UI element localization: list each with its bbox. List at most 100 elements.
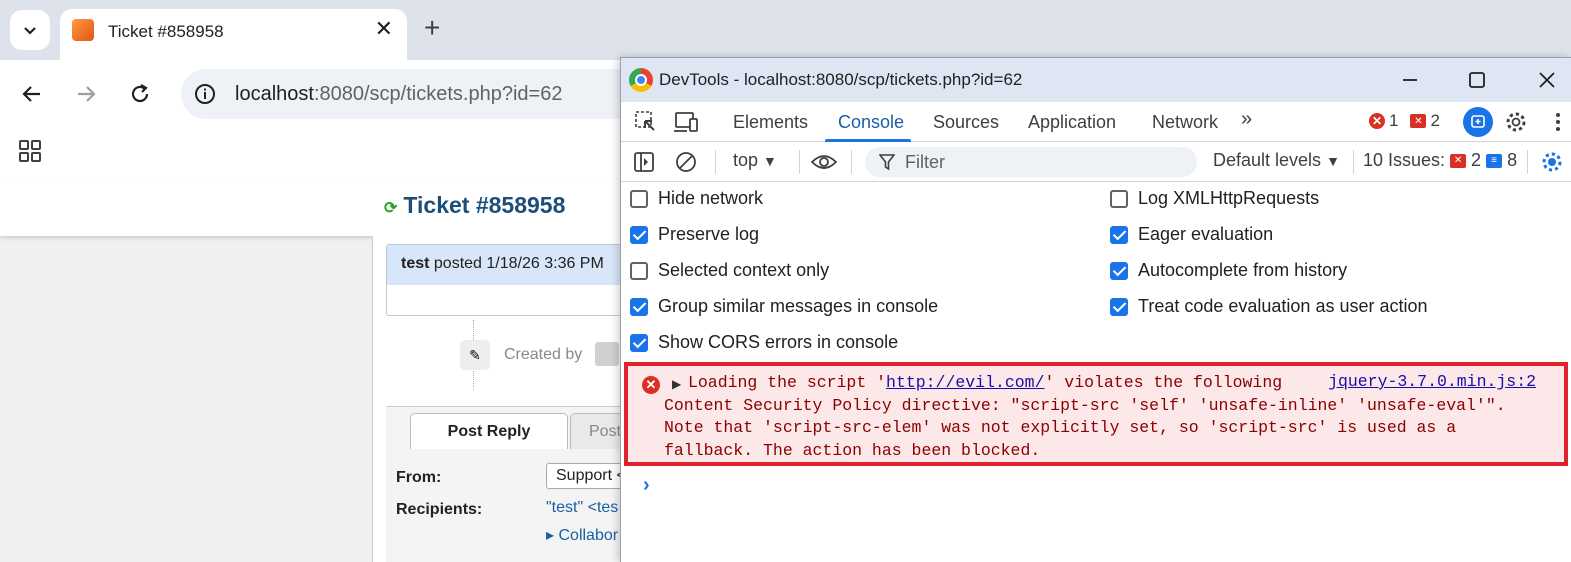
tab-title: Ticket #858958 [108,22,224,41]
caret-right-icon: ▸ [546,527,559,544]
context-value: top [733,150,759,170]
close-window-button[interactable] [1532,66,1562,94]
filter-box [865,147,1197,177]
url-text: localhost:8080/scp/tickets.php?id=62 [235,83,562,106]
ai-assistance-button[interactable] [1463,107,1493,137]
setting-checkbox[interactable] [1110,189,1128,208]
inspect-element-icon[interactable] [633,110,659,134]
error-count: 1 [1389,111,1399,130]
context-selector[interactable]: top ▼ [733,150,777,171]
issues-counter[interactable]: 10 Issues: ✕ 2 ≡ 8 [1363,150,1517,171]
thread-posted: posted 1/18/26 3:36 PM [433,255,604,272]
error-icon: ✕ [1369,113,1385,129]
chrome-logo-icon [629,68,653,92]
setting-left-1[interactable]: Preserve log [630,224,759,245]
console-prompt-chevron-icon[interactable]: › [643,474,650,497]
maximize-button[interactable] [1462,66,1492,94]
separator [799,150,800,174]
setting-left-0[interactable]: Hide network [630,188,763,209]
site-favicon-icon [72,19,94,41]
ticket-title: Ticket #858958 [403,192,566,218]
tab-sources[interactable]: Sources [933,112,999,133]
message-line-3: Note that 'script-src-elem' was not expl… [664,418,1457,437]
chevron-down-icon [24,27,36,35]
message-line-2: Content Security Policy directive: "scri… [664,395,1506,415]
sidebar-toggle-icon[interactable] [631,150,657,174]
error-icon: ✕ [642,376,660,394]
info-icon[interactable] [193,82,217,106]
setting-label: Autocomplete from history [1138,260,1348,280]
setting-left-4[interactable]: Show CORS errors in console [630,332,898,353]
setting-label: Treat code evaluation as user action [1138,296,1428,316]
caret-down-icon: ▼ [763,153,777,169]
issue-info-icon: ≡ [1486,153,1503,168]
page-title[interactable]: ⟳ Ticket #858958 [384,192,565,219]
apps-grid-icon[interactable] [18,139,42,163]
setting-left-3[interactable]: Group similar messages in console [630,296,938,317]
reload-icon [131,84,149,103]
new-tab-button[interactable]: + [424,14,440,42]
tab-post-reply[interactable]: Post Reply [410,413,568,449]
separator [715,150,716,174]
setting-checkbox[interactable] [1110,261,1128,280]
tab-application[interactable]: Application [1028,112,1116,133]
evil-url-link[interactable]: http://evil.com/ [886,373,1044,392]
console-toolbar: top ▼ Default levels ▼ 10 Issues: ✕ 2 ≡ 8 [621,142,1571,182]
settings-gear-icon[interactable] [1503,110,1529,134]
setting-label: Hide network [658,188,764,208]
minimize-button[interactable] [1395,66,1425,94]
setting-label: Eager evaluation [1138,224,1274,244]
close-icon [1539,72,1555,88]
created-by-label: Created by [504,346,583,363]
log-levels-value: Default levels [1213,150,1322,170]
setting-checkbox[interactable] [1110,225,1128,244]
collaborators-link[interactable]: ▸ Collabor [546,525,618,545]
browser-tab[interactable]: Ticket #858958 ✕ [60,9,407,60]
more-tabs-icon[interactable]: » [1241,108,1252,131]
setting-checkbox[interactable] [630,261,648,280]
tab-elements[interactable]: Elements [733,112,808,133]
setting-label: Log XMLHttpRequests [1138,188,1320,208]
setting-right-0[interactable]: Log XMLHttpRequests [1110,188,1319,209]
separator [1353,150,1354,174]
forward-button[interactable] [68,76,104,112]
setting-checkbox[interactable] [630,333,648,352]
reload-button[interactable] [122,76,158,112]
console-settings-pane: Hide network Preserve log Selected context… [621,182,1571,362]
avatar [595,342,619,366]
message-line-4: fallback. The action has been blocked. [664,440,1041,460]
console-settings-gear-icon[interactable] [1539,150,1565,174]
setting-checkbox[interactable] [1110,297,1128,316]
setting-checkbox[interactable] [630,297,648,316]
device-toolbar-icon[interactable] [673,110,699,134]
recipients-link[interactable]: "test" <tes [546,499,618,517]
tab-console[interactable]: Console [838,112,904,133]
message-suffix: ' violates the following [1044,373,1283,392]
live-expression-eye-icon[interactable] [811,150,837,174]
devtools-titlebar: DevTools - localhost:8080/scp/tickets.ph… [621,58,1571,102]
setting-label: Show CORS errors in console [658,332,899,352]
tab-network[interactable]: Network [1152,112,1218,133]
log-levels-dropdown[interactable]: Default levels ▼ [1213,150,1340,171]
setting-right-2[interactable]: Autocomplete from history [1110,260,1347,281]
clear-console-icon[interactable] [673,150,699,174]
setting-checkbox[interactable] [630,225,648,244]
thread-entry: test posted 1/18/26 3:36 PM [386,244,646,316]
back-button[interactable] [14,76,50,112]
thread-author: test [401,255,430,272]
setting-left-2[interactable]: Selected context only [630,260,829,281]
close-tab-icon[interactable]: ✕ [375,18,393,40]
tab-search-button[interactable] [10,10,50,50]
console-error-message[interactable]: ✕ ▶ Loading the script 'http://evil.com/… [624,362,1568,466]
source-file-link[interactable]: jquery-3.7.0.min.js:2 [1328,372,1536,391]
ai-assistance-icon [1471,115,1485,128]
setting-right-3[interactable]: Treat code evaluation as user action [1110,296,1428,317]
maximize-icon [1469,72,1485,88]
message-prefix: Loading the script ' [688,373,887,392]
arrow-left-icon [22,86,40,102]
setting-right-1[interactable]: Eager evaluation [1110,224,1273,245]
filter-input[interactable] [905,151,1185,173]
more-options-icon[interactable] [1545,110,1571,134]
setting-checkbox[interactable] [630,189,648,208]
error-warning-counter[interactable]: ✕ 1 ✕ 2 [1369,111,1440,131]
